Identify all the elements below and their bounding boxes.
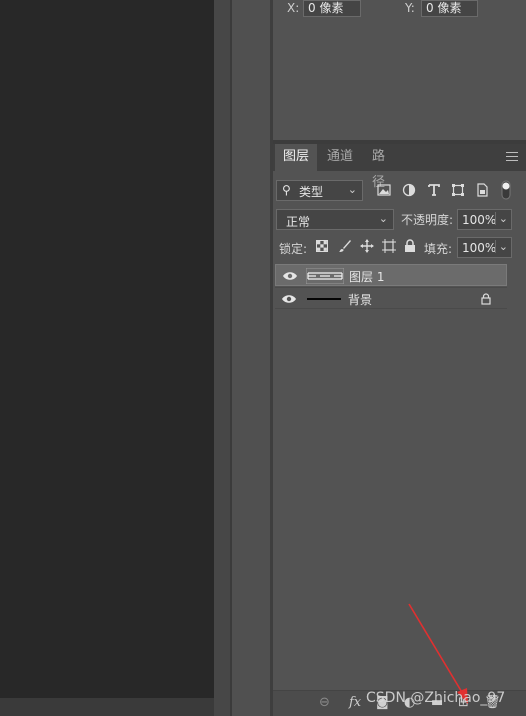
- layer-filter-kind-dropdown[interactable]: ⚲ 类型 ⌄: [276, 180, 363, 201]
- layer-row-layer1[interactable]: 图层 1: [275, 264, 507, 286]
- layer-name[interactable]: 图层 1: [349, 268, 384, 285]
- type-filter-icon[interactable]: [427, 183, 441, 197]
- collapsed-panel-dock: [232, 0, 270, 716]
- chevron-down-icon[interactable]: ⌄: [494, 212, 508, 225]
- chevron-down-icon[interactable]: ⌄: [494, 240, 508, 253]
- panel-gutter: [214, 0, 230, 716]
- y-label: Y:: [405, 1, 415, 15]
- eye-visibility-icon[interactable]: [282, 269, 298, 283]
- right-panel: [273, 0, 526, 716]
- tab-paths[interactable]: 路径: [364, 144, 404, 190]
- chevron-down-icon: ⌄: [347, 183, 357, 196]
- lock-transparent-pixels-icon[interactable]: [316, 240, 328, 252]
- tab-channels[interactable]: 通道: [319, 144, 363, 171]
- panel-menu-icon[interactable]: [506, 152, 518, 162]
- layer-thumbnail[interactable]: [306, 268, 344, 284]
- link-layers-icon[interactable]: ⊖: [319, 695, 330, 710]
- y-position-input[interactable]: 0 像素: [421, 0, 478, 17]
- x-label: X:: [287, 1, 300, 15]
- x-position-input[interactable]: 0 像素: [303, 0, 361, 17]
- filter-kind-label: 类型: [299, 185, 324, 199]
- adjustment-filter-icon[interactable]: [402, 183, 416, 197]
- lock-artboard-icon[interactable]: [382, 239, 396, 253]
- tab-layers[interactable]: 图层: [275, 144, 317, 171]
- blend-mode-value: 正常: [286, 215, 311, 229]
- canvas-scrollbar[interactable]: [0, 698, 230, 716]
- fill-value: 100%: [462, 241, 497, 255]
- fill-input[interactable]: 100% ⌄: [457, 237, 512, 258]
- chevron-down-icon: ⌄: [378, 212, 388, 225]
- layers-panel-tabbar: 图层 通道 路径: [273, 144, 526, 190]
- smart-object-filter-icon[interactable]: [476, 183, 489, 197]
- layer-name[interactable]: 背景: [348, 291, 372, 308]
- lock-image-pixels-icon[interactable]: [338, 239, 352, 253]
- layer-thumbnail[interactable]: [305, 291, 343, 307]
- lock-label: 锁定:: [279, 242, 308, 256]
- opacity-value: 100%: [462, 213, 497, 227]
- filter-toggle-switch[interactable]: [501, 180, 511, 200]
- shape-filter-icon[interactable]: [451, 183, 465, 197]
- search-icon: ⚲: [282, 183, 291, 197]
- lock-position-icon[interactable]: [360, 239, 374, 253]
- document-canvas[interactable]: [0, 0, 214, 698]
- layer-row-background[interactable]: 背景: [275, 287, 507, 309]
- eye-visibility-icon[interactable]: [281, 292, 297, 306]
- blend-mode-dropdown[interactable]: 正常 ⌄: [276, 209, 394, 230]
- fx-icon[interactable]: fx: [349, 695, 361, 710]
- watermark-text: CSDN @Zhichao_97: [366, 690, 506, 706]
- lock-all-icon[interactable]: [404, 239, 416, 253]
- fill-label: 填充:: [424, 242, 453, 256]
- opacity-label: 不透明度:: [401, 213, 454, 227]
- lock-icon: [481, 293, 491, 305]
- opacity-input[interactable]: 100% ⌄: [457, 209, 512, 230]
- image-filter-icon[interactable]: [377, 183, 391, 197]
